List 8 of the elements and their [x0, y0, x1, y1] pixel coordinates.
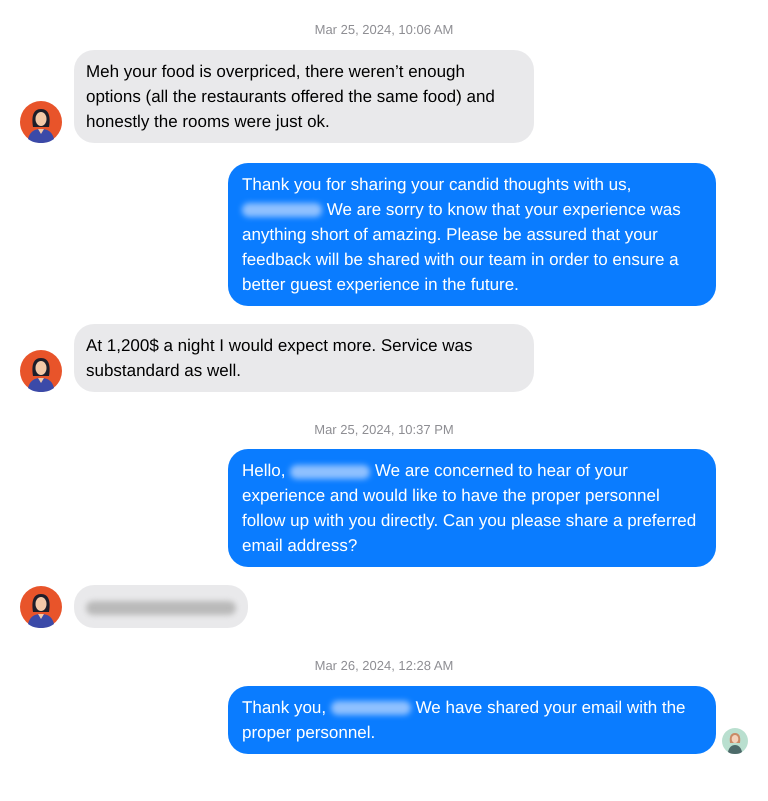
outgoing-message-bubble: Thank you for sharing your candid thoughts with us, We are sorry to know that your experience was anything short of amazing. Please be assured that your feedback will be shared with our team in order to ensure a better guest experience in the future. — [228, 162, 716, 306]
incoming-message-bubble: Meh your food is overpriced, there weren’t enough options (all the restaurants offered the same food) and honestly the rooms were just ok. — [74, 50, 534, 142]
outgoing-message-bubble: Hello, We are concerned to hear of your experience and would like to have the proper personnel follow up with you directly. Can you please share a preferred email address? — [228, 449, 716, 567]
timestamp: Mar 25, 2024, 10:37 PM — [314, 420, 454, 438]
incoming-message-bubble: At 1,200$ a night I would expect more. Service was substandard as well. — [74, 324, 534, 392]
outgoing-message-bubble: Thank you, We have shared your email with the proper personnel. — [228, 686, 716, 754]
timestamp: Mar 25, 2024, 10:06 AM — [314, 21, 454, 39]
timestamp: Mar 26, 2024, 12:28 AM — [314, 657, 454, 675]
